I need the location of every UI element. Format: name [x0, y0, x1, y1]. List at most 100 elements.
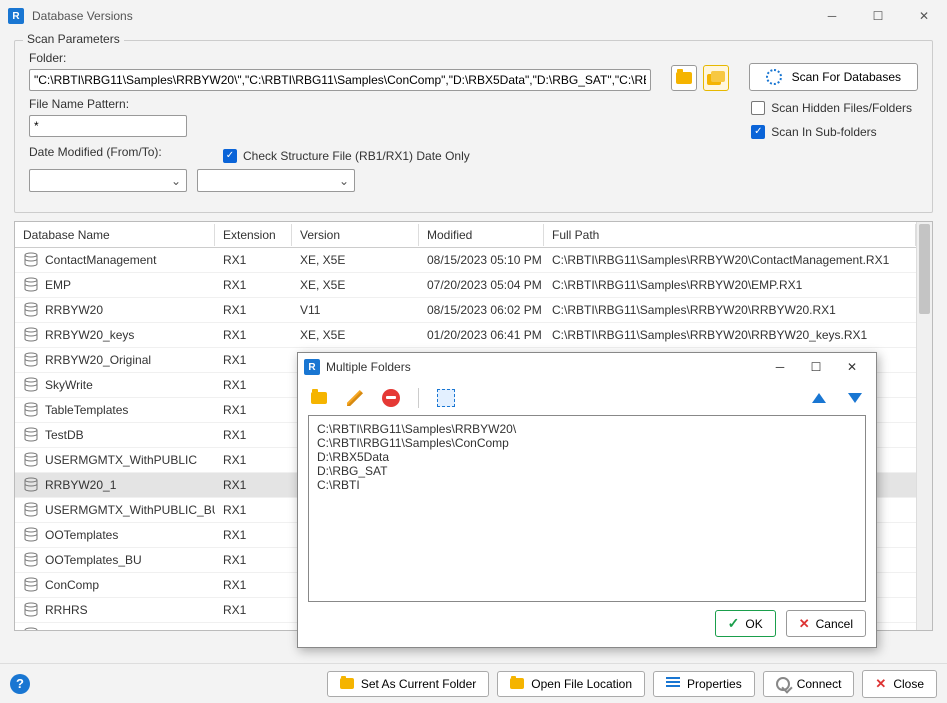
cell-ver: XE, X5E: [292, 250, 419, 270]
edit-button[interactable]: [344, 387, 366, 409]
cancel-button[interactable]: ✕Cancel: [786, 610, 866, 637]
database-icon: [23, 277, 39, 293]
connect-label: Connect: [797, 677, 842, 691]
set-current-folder-button[interactable]: Set As Current Folder: [327, 671, 489, 697]
database-icon: [23, 252, 39, 268]
window-title: Database Versions: [32, 9, 809, 23]
add-folder-button[interactable]: [308, 387, 330, 409]
database-icon: [23, 377, 39, 393]
dialog-maximize-button[interactable]: ☐: [798, 354, 834, 380]
database-icon: [23, 427, 39, 443]
select-all-icon: [437, 389, 455, 407]
scan-hidden-label: Scan Hidden Files/Folders: [771, 101, 912, 115]
col-database-name[interactable]: Database Name: [15, 224, 215, 246]
table-row[interactable]: RRBYW20_keysRX1XE, X5E01/20/2023 06:41 P…: [15, 323, 916, 348]
date-from-combo[interactable]: ⌄: [29, 169, 187, 192]
cell-ext: RX1: [215, 375, 292, 395]
col-full-path[interactable]: Full Path: [544, 224, 916, 246]
minimize-button[interactable]: ─: [809, 0, 855, 32]
browse-folder-button[interactable]: [671, 65, 697, 91]
cell-ver: XE, X5E: [292, 275, 419, 295]
cell-ext: RX1: [215, 575, 292, 595]
set-folder-label: Set As Current Folder: [361, 677, 476, 691]
col-extension[interactable]: Extension: [215, 224, 292, 246]
connect-icon: [776, 677, 790, 691]
database-icon: [23, 302, 39, 318]
folder-icon: [510, 678, 524, 689]
help-button[interactable]: ?: [10, 674, 30, 694]
cell-ext: RX1: [215, 325, 292, 345]
cell-mod: 01/20/2023 06:41 PM: [419, 325, 544, 345]
footer-bar: ? Set As Current Folder Open File Locati…: [0, 663, 947, 703]
dialog-toolbar: [298, 381, 876, 415]
properties-icon: [666, 677, 680, 691]
cell-name: TestDB: [45, 428, 84, 442]
dialog-minimize-button[interactable]: ─: [762, 354, 798, 380]
cell-ext: RX1: [215, 350, 292, 370]
cell-mod: 08/15/2023 06:02 PM: [419, 300, 544, 320]
folder-icon: [311, 392, 327, 404]
open-file-location-button[interactable]: Open File Location: [497, 671, 645, 697]
scan-button-label: Scan For Databases: [792, 70, 901, 84]
properties-label: Properties: [687, 677, 742, 691]
vertical-scrollbar[interactable]: [916, 222, 932, 630]
database-icon: [23, 627, 39, 630]
cell-ext: RX1: [215, 525, 292, 545]
database-icon: [23, 327, 39, 343]
cell-name: RRBYW20_1: [45, 478, 116, 492]
database-icon: [23, 452, 39, 468]
x-icon: ✕: [875, 676, 886, 692]
chevron-down-icon: ⌄: [168, 174, 184, 188]
folder-icon: [676, 72, 692, 84]
dialog-close-button[interactable]: ✕: [834, 354, 870, 380]
table-row[interactable]: EMPRX1XE, X5E07/20/2023 05:04 PMC:\RBTI\…: [15, 273, 916, 298]
cell-ext: RX1: [215, 600, 292, 620]
close-window-button[interactable]: ✕: [901, 0, 947, 32]
pencil-icon: [347, 390, 363, 406]
folders-list-textarea[interactable]: C:\RBTI\RBG11\Samples\RRBYW20\ C:\RBTI\R…: [308, 415, 866, 602]
database-icon: [23, 502, 39, 518]
move-up-button[interactable]: [808, 387, 830, 409]
folder-icon: [340, 678, 354, 689]
cell-ext: RX1: [215, 625, 292, 630]
check-structure-checkbox[interactable]: ✓: [223, 149, 237, 163]
date-to-combo[interactable]: ⌄: [197, 169, 355, 192]
table-row[interactable]: RRBYW20RX1V1108/15/2023 06:02 PMC:\RBTI\…: [15, 298, 916, 323]
select-all-button[interactable]: [435, 387, 457, 409]
scan-subfolders-checkbox[interactable]: ✓: [751, 125, 765, 139]
pattern-input[interactable]: [29, 115, 187, 137]
cell-name: EMP: [45, 278, 71, 292]
cell-name: DigiCert_EV_Code_Signing: [45, 628, 193, 630]
scrollbar-thumb[interactable]: [919, 224, 930, 314]
multiple-folders-button[interactable]: [703, 65, 729, 91]
col-version[interactable]: Version: [292, 224, 419, 246]
app-icon: R: [8, 8, 24, 24]
cell-ext: RX1: [215, 300, 292, 320]
close-button[interactable]: ✕ Close: [862, 670, 937, 698]
cell-ext: RX1: [215, 500, 292, 520]
close-label: Close: [893, 677, 924, 691]
cell-name: TableTemplates: [45, 403, 128, 417]
properties-button[interactable]: Properties: [653, 671, 755, 697]
scan-parameters-group: Scan Parameters Folder: Scan For Databas…: [14, 40, 933, 213]
maximize-button[interactable]: ☐: [855, 0, 901, 32]
table-row[interactable]: ContactManagementRX1XE, X5E08/15/2023 05…: [15, 248, 916, 273]
cell-name: USERMGMTX_WithPUBLIC: [45, 453, 197, 467]
cell-mod: 07/20/2023 05:04 PM: [419, 275, 544, 295]
scan-for-databases-button[interactable]: Scan For Databases: [749, 63, 918, 91]
connect-button[interactable]: Connect: [763, 671, 855, 697]
scan-hidden-checkbox[interactable]: [751, 101, 765, 115]
database-icon: [23, 402, 39, 418]
ok-button[interactable]: ✓OK: [715, 610, 776, 637]
move-down-button[interactable]: [844, 387, 866, 409]
folder-input[interactable]: [29, 69, 651, 91]
open-loc-label: Open File Location: [531, 677, 632, 691]
cell-ver: XE, X5E: [292, 325, 419, 345]
database-icon: [23, 477, 39, 493]
folder-label: Folder:: [29, 51, 651, 65]
cell-ext: RX1: [215, 250, 292, 270]
scan-icon: [766, 69, 782, 85]
remove-button[interactable]: [380, 387, 402, 409]
col-modified[interactable]: Modified: [419, 224, 544, 246]
database-icon: [23, 577, 39, 593]
